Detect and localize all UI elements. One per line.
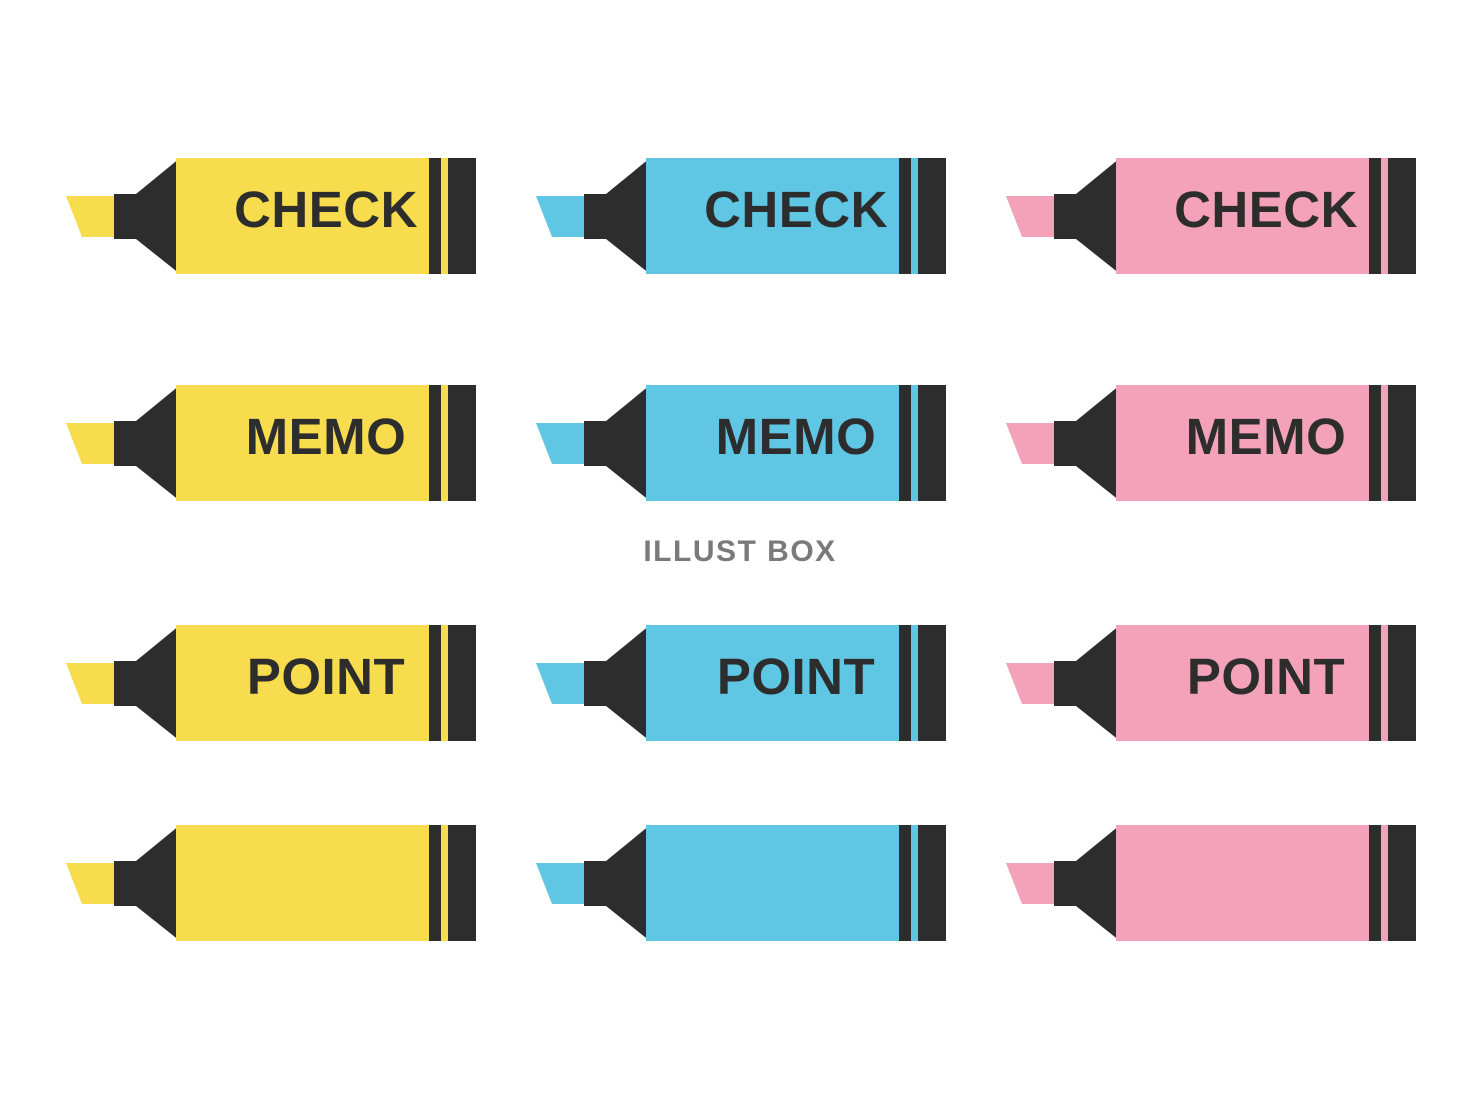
- marker-collar: [114, 421, 136, 466]
- marker-collar: [114, 861, 136, 906]
- marker-cone: [1076, 385, 1120, 501]
- marker-stripe-thin: [899, 825, 911, 941]
- marker-cone: [136, 158, 180, 274]
- highlighter-marker[interactable]: MEMO: [1002, 372, 1422, 502]
- highlighter-marker[interactable]: [532, 812, 952, 942]
- highlighter-marker[interactable]: MEMO: [62, 372, 482, 502]
- highlighter-marker[interactable]: CHECK: [62, 145, 482, 275]
- marker-stripe-gap: [911, 385, 918, 501]
- marker-stripe-gap: [1381, 625, 1388, 741]
- marker-collar: [1054, 861, 1076, 906]
- marker-stripe-gap: [441, 825, 448, 941]
- marker-cone: [136, 825, 180, 941]
- marker-body: [646, 385, 899, 501]
- marker-end-cap: [448, 158, 476, 274]
- marker-end-cap: [918, 385, 946, 501]
- marker-body: [176, 825, 429, 941]
- marker-cone: [136, 625, 180, 741]
- marker-stripe-thin: [1369, 158, 1381, 274]
- marker-stripe-gap: [441, 625, 448, 741]
- marker-stripe-gap: [441, 158, 448, 274]
- marker-collar: [584, 661, 606, 706]
- marker-end-cap: [918, 625, 946, 741]
- marker-tip: [66, 863, 114, 904]
- marker-collar: [1054, 421, 1076, 466]
- marker-body: [646, 825, 899, 941]
- watermark-text: ILLUST BOX: [643, 535, 837, 568]
- marker-tip: [66, 423, 114, 464]
- marker-end-cap: [918, 158, 946, 274]
- marker-tip: [536, 196, 584, 237]
- marker-stripe-thin: [899, 158, 911, 274]
- marker-stripe-gap: [441, 385, 448, 501]
- marker-cone: [1076, 158, 1120, 274]
- highlighter-marker[interactable]: CHECK: [532, 145, 952, 275]
- marker-tip: [66, 196, 114, 237]
- highlighter-marker[interactable]: POINT: [62, 612, 482, 742]
- marker-tip: [536, 663, 584, 704]
- marker-body: [1116, 625, 1369, 741]
- marker-cone: [1076, 625, 1120, 741]
- marker-stripe-thin: [429, 825, 441, 941]
- highlighter-marker[interactable]: POINT: [1002, 612, 1422, 742]
- marker-collar: [1054, 661, 1076, 706]
- marker-body: [1116, 385, 1369, 501]
- marker-body: [1116, 158, 1369, 274]
- marker-tip: [1006, 863, 1054, 904]
- marker-tip: [536, 863, 584, 904]
- highlighter-marker[interactable]: CHECK: [1002, 145, 1422, 275]
- marker-stripe-thin: [429, 385, 441, 501]
- illustration-canvas: CHECK CHECK CHECK MEMO MEMO MEMO POINT POINT POI…: [0, 0, 1480, 1110]
- marker-collar: [584, 421, 606, 466]
- marker-body: [176, 385, 429, 501]
- marker-tip: [1006, 196, 1054, 237]
- marker-body: [1116, 825, 1369, 941]
- marker-cone: [606, 625, 650, 741]
- marker-stripe-thin: [899, 625, 911, 741]
- marker-stripe-thin: [429, 625, 441, 741]
- marker-body: [646, 158, 899, 274]
- marker-stripe-gap: [911, 625, 918, 741]
- marker-stripe-gap: [1381, 385, 1388, 501]
- marker-cone: [606, 158, 650, 274]
- marker-body: [176, 158, 429, 274]
- marker-collar: [114, 194, 136, 239]
- marker-end-cap: [448, 825, 476, 941]
- marker-body: [646, 625, 899, 741]
- marker-end-cap: [918, 825, 946, 941]
- highlighter-marker[interactable]: [62, 812, 482, 942]
- marker-stripe-gap: [1381, 158, 1388, 274]
- marker-tip: [66, 663, 114, 704]
- marker-cone: [1076, 825, 1120, 941]
- marker-tip: [1006, 423, 1054, 464]
- marker-stripe-thin: [1369, 385, 1381, 501]
- marker-cone: [606, 825, 650, 941]
- highlighter-marker[interactable]: POINT: [532, 612, 952, 742]
- marker-collar: [1054, 194, 1076, 239]
- marker-end-cap: [1388, 625, 1416, 741]
- marker-stripe-thin: [429, 158, 441, 274]
- marker-cone: [136, 385, 180, 501]
- marker-end-cap: [1388, 158, 1416, 274]
- marker-collar: [114, 661, 136, 706]
- marker-stripe-gap: [1381, 825, 1388, 941]
- marker-stripe-thin: [1369, 625, 1381, 741]
- marker-stripe-thin: [899, 385, 911, 501]
- marker-body: [176, 625, 429, 741]
- marker-stripe-gap: [911, 158, 918, 274]
- marker-end-cap: [448, 385, 476, 501]
- marker-end-cap: [1388, 385, 1416, 501]
- marker-collar: [584, 861, 606, 906]
- marker-collar: [584, 194, 606, 239]
- marker-end-cap: [448, 625, 476, 741]
- marker-stripe-gap: [911, 825, 918, 941]
- marker-tip: [1006, 663, 1054, 704]
- marker-stripe-thin: [1369, 825, 1381, 941]
- highlighter-marker[interactable]: MEMO: [532, 372, 952, 502]
- highlighter-marker[interactable]: [1002, 812, 1422, 942]
- marker-tip: [536, 423, 584, 464]
- marker-cone: [606, 385, 650, 501]
- marker-end-cap: [1388, 825, 1416, 941]
